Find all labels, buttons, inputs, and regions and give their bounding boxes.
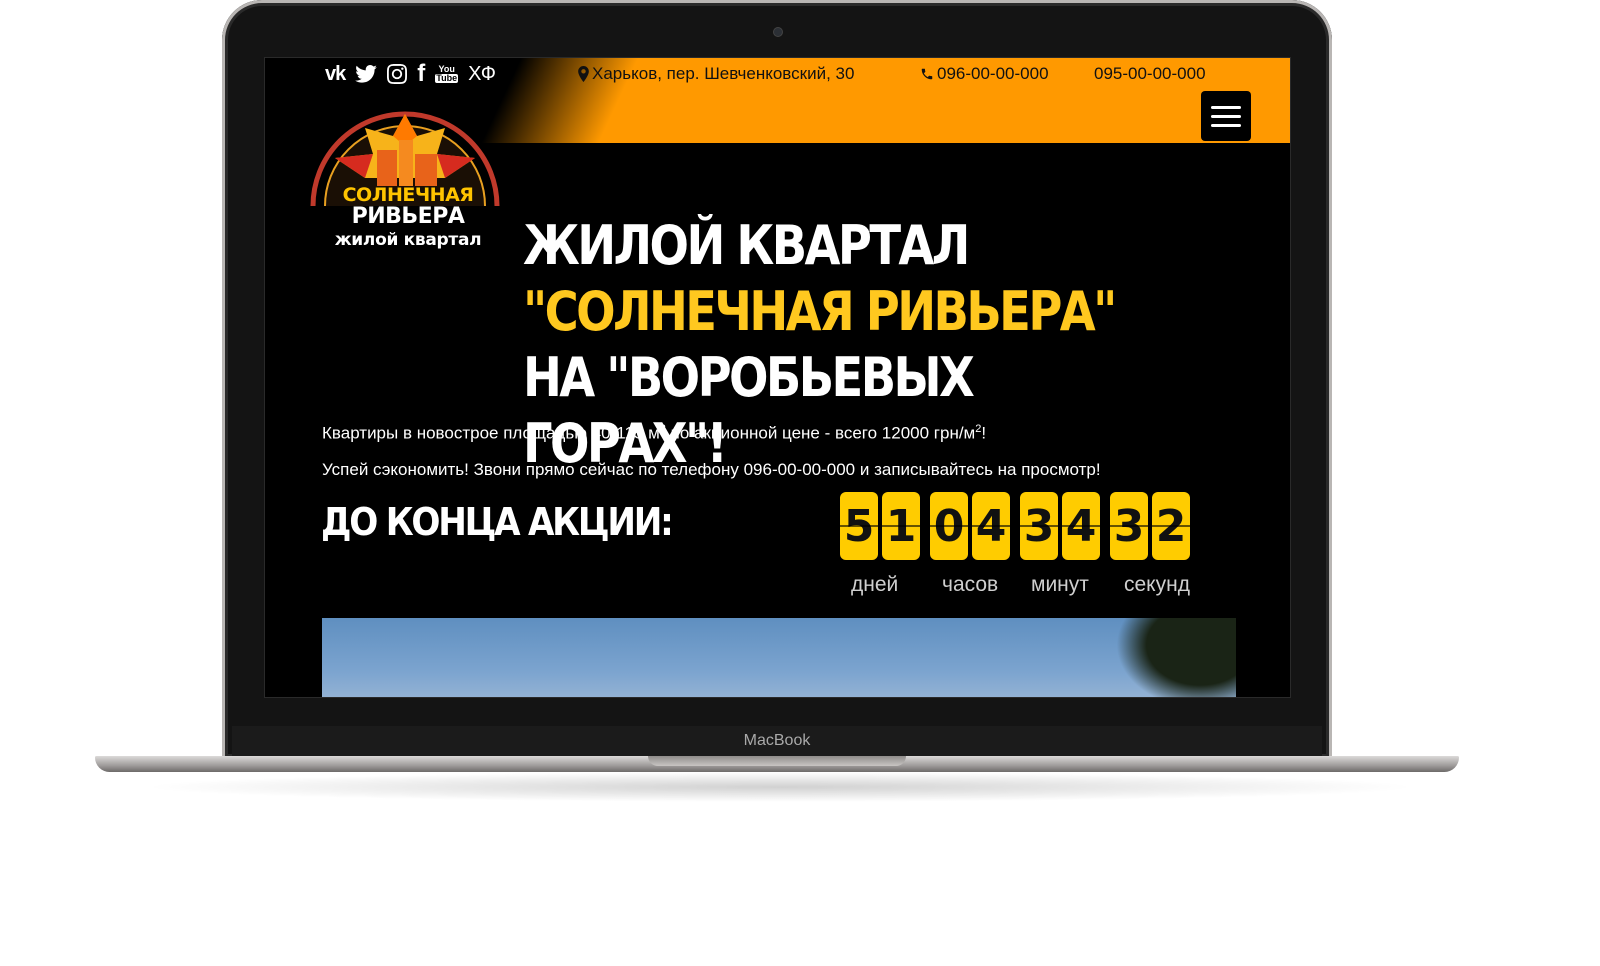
phone-icon (921, 68, 933, 80)
logo-line-2: РИВЬЕРА (351, 204, 465, 229)
menu-toggle-button[interactable] (1201, 91, 1251, 141)
laptop-brand-label: MacBook (743, 732, 811, 749)
countdown-digit: 0 (930, 492, 968, 560)
countdown-labels: дней часов минут секунд (839, 573, 1209, 601)
map-pin-icon (578, 66, 589, 82)
desc-part-a: Квартиры в новострое площадью 40-115 м (322, 423, 660, 443)
hero-line-1: ЖИЛОЙ КВАРТАЛ (523, 214, 970, 277)
call-to-action-text: Успей сэкономить! Звони прямо сейчас по … (322, 460, 1101, 479)
tree-silhouette (1116, 618, 1236, 697)
address: Харьков, пер. Шевченковский, 30 (578, 64, 854, 84)
laptop-notch (648, 756, 906, 766)
logo-line-3: жилой квартал (334, 230, 482, 250)
instagram-icon[interactable] (387, 64, 408, 84)
address-text: Харьков, пер. Шевченковский, 30 (592, 64, 855, 83)
laptop-shadow (140, 772, 1420, 802)
hf-icon[interactable]: ХФ (468, 63, 496, 86)
offer-description: Квартиры в новострое площадью 40-115 м2 … (322, 423, 986, 444)
countdown-digit: 4 (1062, 492, 1100, 560)
countdown-digit: 4 (972, 492, 1010, 560)
countdown-digit: 2 (1152, 492, 1190, 560)
logo-line-1: СОЛНЕЧНАЯ (342, 184, 474, 206)
countdown-label-minutes: минут (1031, 573, 1089, 596)
social-links: vk f You Tube ХФ (325, 60, 496, 88)
countdown-digit: 1 (882, 492, 920, 560)
facebook-icon[interactable]: f (417, 60, 425, 88)
menu-bar (1211, 105, 1241, 109)
hero-photo (322, 618, 1236, 697)
menu-bar (1211, 114, 1241, 118)
site-logo[interactable]: СОЛНЕЧНАЯ РИВЬЕРА жилой квартал (305, 106, 505, 256)
hero-line-3: НА "ВОРОБЬЕВЫХ ГОРАХ"! (523, 346, 975, 475)
countdown-digit: 3 (1020, 492, 1058, 560)
desc-part-b: по акционной цене - всего 12000 грн/м (665, 423, 976, 443)
desc-part-c: ! (981, 423, 987, 443)
countdown-label-hours: часов (942, 573, 999, 596)
laptop-screen: vk f You Tube ХФ Харьков, пер. Шевченков… (264, 57, 1291, 698)
twitter-icon[interactable] (355, 65, 378, 83)
phone-primary-text: 096-00-00-000 (937, 64, 1049, 83)
youtube-icon[interactable]: You Tube (435, 65, 459, 83)
menu-bar (1211, 123, 1241, 127)
phone-primary[interactable]: 096-00-00-000 (920, 64, 1049, 84)
countdown-label-seconds: секунд (1124, 573, 1190, 596)
camera-icon (774, 28, 782, 36)
vk-icon[interactable]: vk (325, 63, 346, 86)
hero-line-2: "СОЛНЕЧНАЯ РИВЬЕРА" (523, 280, 1117, 343)
youtube-label-bottom: Tube (435, 73, 459, 83)
countdown-label-days: дней (851, 573, 899, 596)
countdown-digit: 5 (840, 492, 878, 560)
phone-secondary[interactable]: 095-00-00-000 (1094, 64, 1206, 84)
countdown-digit: 3 (1110, 492, 1148, 560)
countdown-timer: 5 1 0 4 3 4 3 2 (840, 492, 1190, 560)
countdown-title: ДО КОНЦА АКЦИИ: (321, 500, 674, 544)
